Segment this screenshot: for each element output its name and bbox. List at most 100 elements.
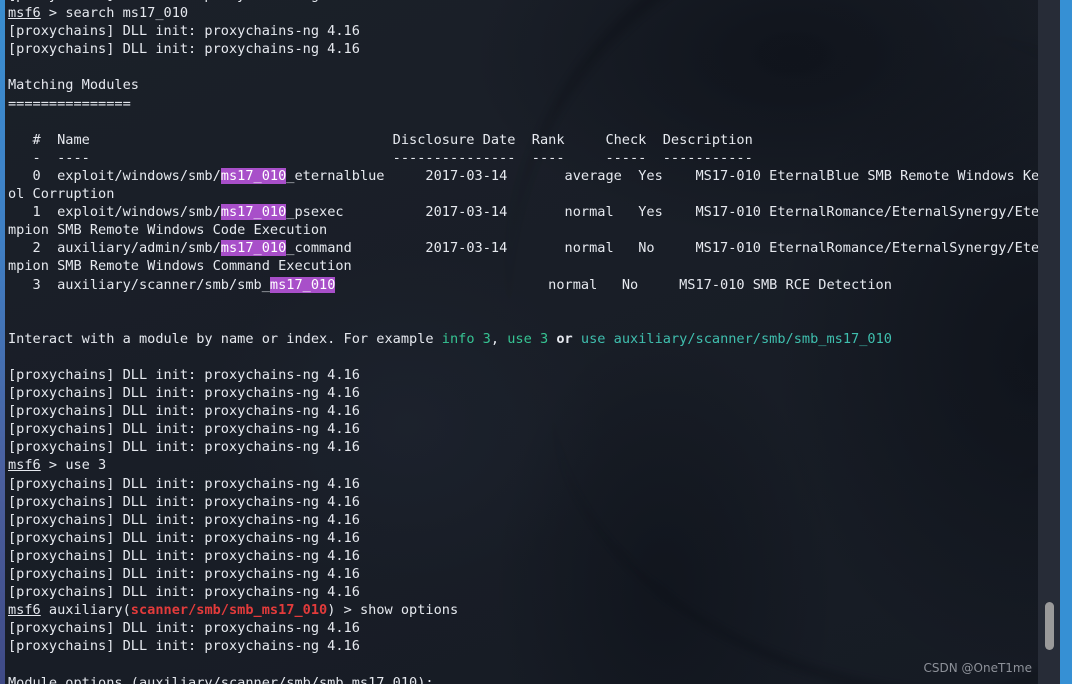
- terminal-window: [proxychains] DLL init: proxychains-ng 4…: [0, 0, 1072, 684]
- module-row-prefix: 2 auxiliary/admin/smb/: [8, 240, 221, 257]
- terminal-line: [proxychains] DLL init: proxychains-ng 4…: [8, 22, 1050, 40]
- terminal-line-text: mpion SMB Remote Windows Command Executi…: [8, 258, 352, 275]
- terminal-line: [proxychains] DLL init: proxychains-ng 4…: [8, 583, 1050, 601]
- terminal-line-text: ===============: [8, 95, 131, 112]
- terminal-line: [proxychains] DLL init: proxychains-ng 4…: [8, 493, 1050, 511]
- module-row-suffix: _psexec 2017-03-14 normal Yes MS17-010 E…: [286, 204, 1050, 221]
- terminal-line-text: Matching Modules: [8, 77, 139, 94]
- terminal-line-text: [proxychains] DLL init: proxychains-ng 4…: [8, 23, 360, 40]
- terminal-line: [proxychains] DLL init: proxychains-ng 4…: [8, 637, 1050, 655]
- terminal-line: [proxychains] DLL init: proxychains-ng 4…: [8, 438, 1050, 456]
- terminal-line: [proxychains] DLL init: proxychains-ng 4…: [8, 619, 1050, 637]
- terminal-line: [proxychains] DLL init: proxychains-ng 4…: [8, 529, 1050, 547]
- terminal-line-text: [proxychains] DLL init: proxychains-ng 4…: [8, 493, 360, 510]
- terminal-line-text: [proxychains] DLL init: proxychains-ng 4…: [8, 584, 360, 601]
- terminal-line: msf6 > search ms17_010: [8, 4, 1050, 22]
- search-match-highlight: ms17_010: [269, 276, 336, 293]
- prompt-command: show options: [359, 602, 459, 619]
- terminal-line: [proxychains] DLL init: proxychains-ng 4…: [8, 475, 1050, 493]
- terminal-line-text: [proxychains] DLL init: proxychains-ng 4…: [8, 439, 360, 456]
- info-command-example: info 3: [441, 330, 491, 347]
- interact-or-word: or: [548, 330, 581, 347]
- terminal-line: mpion SMB Remote Windows Command Executi…: [8, 257, 1050, 275]
- interact-hint-text: Interact with a module by name or index.…: [8, 330, 442, 347]
- terminal-line: [proxychains] DLL init: proxychains-ng 4…: [8, 384, 1050, 402]
- terminal-line: 3 auxiliary/scanner/smb/smb_ms17_010 nor…: [8, 276, 1050, 294]
- terminal-line: 2 auxiliary/admin/smb/ms17_010_command 2…: [8, 239, 1050, 257]
- terminal-line: [proxychains] DLL init: proxychains-ng 4…: [8, 511, 1050, 529]
- prompt-context-close: ) >: [327, 602, 360, 619]
- terminal-line: msf6 auxiliary(scanner/smb/smb_ms17_010)…: [8, 601, 1050, 619]
- module-row-suffix: normal No MS17-010 SMB RCE Detection: [335, 276, 892, 293]
- terminal-line-text: [proxychains] DLL init: proxychains-ng 4…: [8, 0, 360, 3]
- terminal-line-text: [proxychains] DLL init: proxychains-ng 4…: [8, 620, 360, 637]
- terminal-line: 0 exploit/windows/smb/ms17_010_eternalbl…: [8, 167, 1050, 185]
- csdn-watermark: CSDN @OneT1me: [923, 661, 1033, 675]
- scrollbar-track[interactable]: [1038, 0, 1060, 684]
- prompt-separator: >: [40, 5, 66, 22]
- terminal-line-text: [proxychains] DLL init: proxychains-ng 4…: [8, 547, 360, 564]
- terminal-line: [proxychains] DLL init: proxychains-ng 4…: [8, 402, 1050, 420]
- window-left-edge: [0, 0, 5, 684]
- terminal-line-text: [proxychains] DLL init: proxychains-ng 4…: [8, 421, 360, 438]
- terminal-line: [proxychains] DLL init: proxychains-ng 4…: [8, 40, 1050, 58]
- terminal-line: [proxychains] DLL init: proxychains-ng 4…: [8, 420, 1050, 438]
- terminal-text-surface[interactable]: [proxychains] DLL init: proxychains-ng 4…: [0, 0, 1050, 684]
- terminal-line: Matching Modules: [8, 76, 1050, 94]
- terminal-line-text: [proxychains] DLL init: proxychains-ng 4…: [8, 41, 360, 58]
- use-keyword: use: [580, 330, 614, 347]
- module-row-prefix: 1 exploit/windows/smb/: [8, 204, 221, 221]
- prompt-command: search ms17_010: [65, 5, 189, 22]
- terminal-line-text: [proxychains] DLL init: proxychains-ng 4…: [8, 403, 360, 420]
- terminal-line-text: [proxychains] DLL init: proxychains-ng 4…: [8, 566, 360, 582]
- terminal-line: # Name Disclosure Date Rank Check Descri…: [8, 131, 1050, 149]
- module-row-prefix: 3 auxiliary/scanner/smb/smb_: [8, 276, 270, 293]
- terminal-line-text: # Name Disclosure Date Rank Check Descri…: [8, 131, 753, 148]
- module-row-prefix: 0 exploit/windows/smb/: [8, 167, 221, 184]
- terminal-line: - ---- --------------- ---- ----- ------…: [8, 149, 1050, 167]
- terminal-line-text: - ---- --------------- ---- ----- ------…: [8, 149, 753, 166]
- terminal-line-text: [proxychains] DLL init: proxychains-ng 4…: [8, 511, 360, 528]
- prompt-context-open: auxiliary(: [40, 602, 131, 619]
- prompt-command: use 3: [65, 457, 107, 474]
- terminal-line: Module options (auxiliary/scanner/smb/sm…: [8, 674, 1050, 684]
- prompt-separator: >: [40, 457, 66, 474]
- use-module-path-example: auxiliary/scanner/smb/smb_ms17_010: [613, 330, 892, 347]
- search-match-highlight: ms17_010: [220, 167, 287, 184]
- terminal-line-text: [proxychains] DLL init: proxychains-ng 4…: [8, 529, 360, 546]
- prompt-host: msf6: [8, 5, 41, 22]
- search-match-highlight: ms17_010: [220, 204, 287, 221]
- prompt-module-context: scanner/smb/smb_ms17_010: [130, 602, 328, 619]
- module-row-suffix: _eternalblue 2017-03-14 average Yes MS17…: [286, 167, 1050, 184]
- terminal-line-text: [proxychains] DLL init: proxychains-ng 4…: [8, 385, 360, 402]
- terminal-line: ol Corruption: [8, 185, 1050, 203]
- terminal-line-text: [proxychains] DLL init: proxychains-ng 4…: [8, 475, 360, 492]
- terminal-line: Interact with a module by name or index.…: [8, 330, 1050, 348]
- terminal-line: msf6 > use 3: [8, 456, 1050, 474]
- terminal-line: [proxychains] DLL init: proxychains-ng 4…: [8, 565, 1050, 583]
- terminal-line: [proxychains] DLL init: proxychains-ng 4…: [8, 547, 1050, 565]
- terminal-line: ===============: [8, 95, 1050, 113]
- interact-comma: ,: [490, 330, 508, 347]
- terminal-line-text: ol Corruption: [8, 186, 115, 203]
- terminal-line-text: [proxychains] DLL init: proxychains-ng 4…: [8, 638, 360, 655]
- terminal-line: [proxychains] DLL init: proxychains-ng 4…: [8, 366, 1050, 384]
- window-right-edge: [1060, 0, 1072, 684]
- search-match-highlight: ms17_010: [220, 240, 287, 257]
- terminal-line: mpion SMB Remote Windows Code Execution: [8, 221, 1050, 239]
- scrollbar-thumb[interactable]: [1045, 602, 1054, 650]
- terminal-line-text: [proxychains] DLL init: proxychains-ng 4…: [8, 366, 360, 383]
- prompt-host: msf6: [8, 602, 41, 619]
- prompt-host: msf6: [8, 457, 41, 474]
- module-row-suffix: _command 2017-03-14 normal No MS17-010 E…: [286, 240, 1050, 257]
- terminal-line-text: Module options (auxiliary/scanner/smb/sm…: [8, 674, 434, 684]
- use-command-example: use 3: [507, 330, 549, 347]
- terminal-output: [proxychains] DLL init: proxychains-ng 4…: [8, 0, 1050, 684]
- terminal-line-text: mpion SMB Remote Windows Code Execution: [8, 222, 328, 239]
- terminal-line: 1 exploit/windows/smb/ms17_010_psexec 20…: [8, 203, 1050, 221]
